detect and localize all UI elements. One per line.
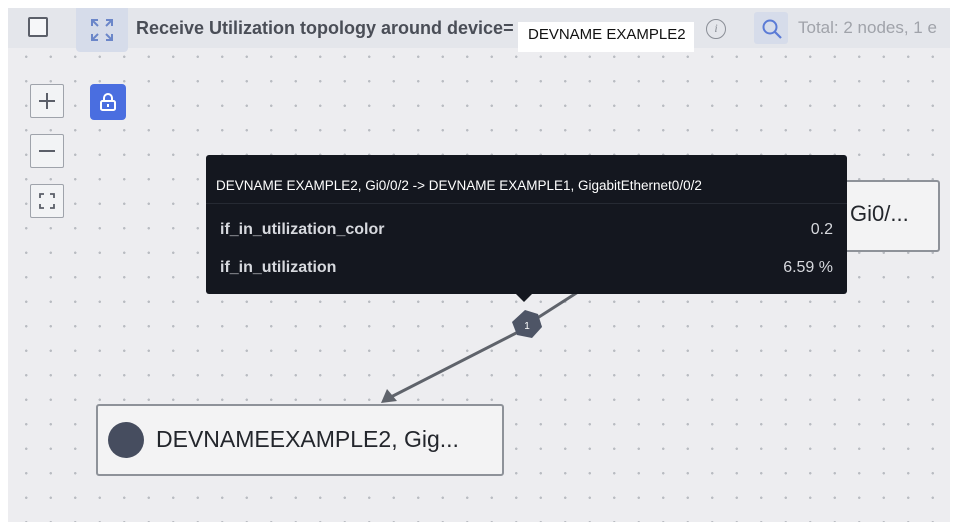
select-checkbox[interactable] [28, 17, 48, 37]
edge-line[interactable] [388, 328, 523, 400]
tooltip-row-key: if_in_utilization_color [220, 221, 385, 238]
tooltip-divider [206, 203, 847, 204]
node-label: Gi0/... [850, 201, 909, 226]
info-icon[interactable]: i [706, 19, 726, 39]
edge-badge-label: 1 [524, 321, 530, 332]
tooltip-heading: DEVNAME EXAMPLE2, Gi0/0/2 -> DEVNAME EXA… [216, 178, 702, 193]
zoom-in-button[interactable] [30, 84, 64, 118]
lock-icon [100, 93, 116, 111]
plus-icon [39, 93, 55, 109]
expand-icon [91, 19, 113, 41]
device-name-field[interactable]: DEVNAME EXAMPLE2 [518, 22, 694, 52]
tooltip-row-value: 0.2 [810, 221, 833, 238]
minus-icon [39, 150, 55, 152]
fit-screen-button[interactable] [30, 184, 64, 218]
tooltip-row-value: 6.59 % [783, 259, 833, 276]
node-status-dot [108, 422, 144, 458]
page-title: Receive Utilization topology around devi… [136, 18, 514, 38]
search-icon [762, 19, 782, 39]
total-summary: Total: 2 nodes, 1 e [798, 18, 937, 37]
expand-button[interactable] [76, 8, 128, 52]
lock-button[interactable] [90, 84, 126, 120]
zoom-out-button[interactable] [30, 134, 64, 168]
toolbar: Receive Utilization topology around devi… [8, 8, 950, 52]
fit-screen-icon [39, 193, 55, 209]
node-label: DEVNAMEEXAMPLE2, Gig... [156, 426, 459, 452]
edge-tooltip: DEVNAME EXAMPLE2, Gi0/0/2 -> DEVNAME EXA… [206, 155, 847, 302]
node-device-example2[interactable]: DEVNAMEEXAMPLE2, Gig... [96, 404, 504, 476]
search-button[interactable] [754, 12, 788, 44]
tooltip-row-key: if_in_utilization [220, 259, 337, 276]
topology-canvas[interactable]: 1 Receive Utilization topology around de… [8, 8, 950, 522]
